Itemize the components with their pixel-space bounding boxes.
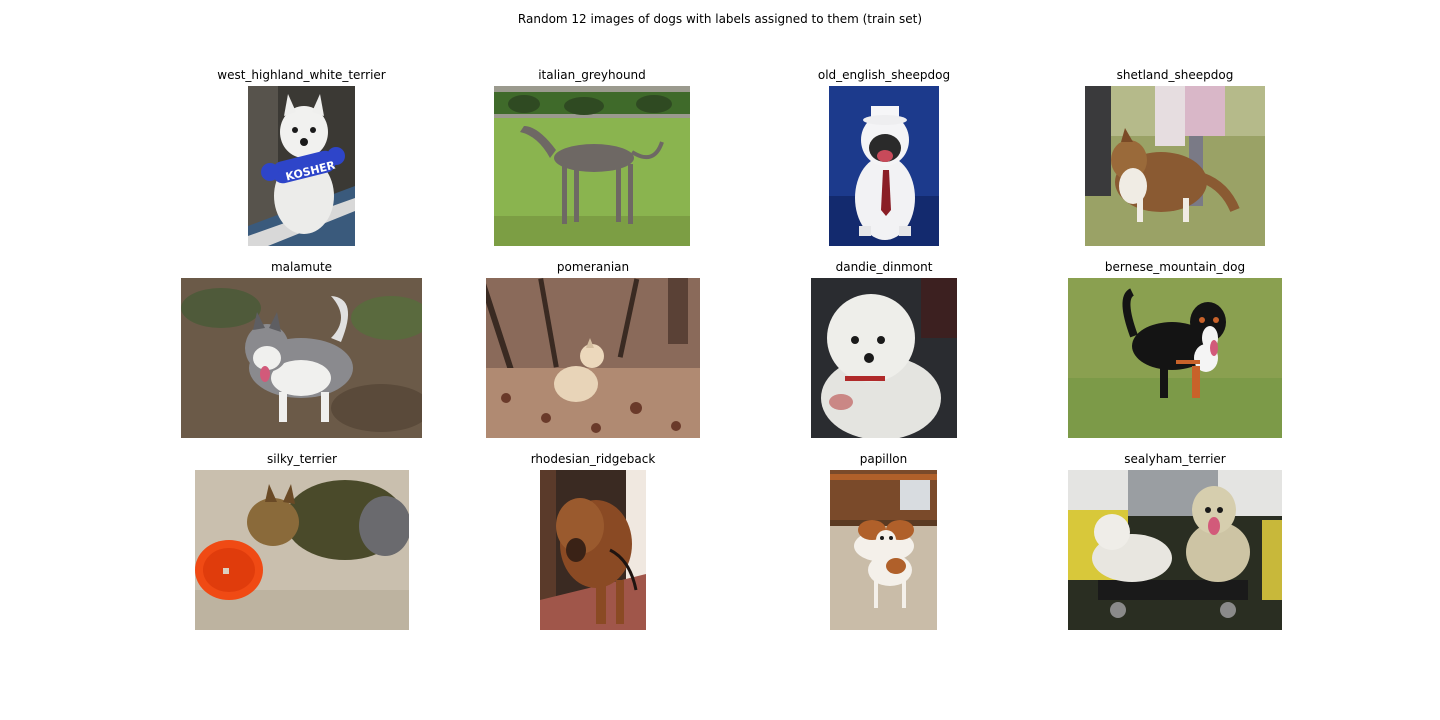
image-label: pomeranian (556, 260, 630, 274)
image-label: rhodesian_ridgeback (530, 452, 656, 466)
dog-photo (1085, 86, 1265, 246)
figure-title: Random 12 images of dogs with labels ass… (517, 12, 923, 26)
image-panel: pomeranian (486, 260, 700, 438)
image-panel: silky_terrier (195, 452, 409, 630)
image-label: shetland_sheepdog (1116, 68, 1234, 82)
image-panel: italian_greyhound (494, 68, 690, 246)
dog-photo (1068, 470, 1282, 630)
image-panel: rhodesian_ridgeback (531, 452, 655, 630)
dog-photo (540, 470, 646, 630)
dog-photo (1068, 278, 1282, 438)
image-panel: old_english_sheepdog (818, 68, 950, 246)
dog-photo: KOSHER (248, 86, 355, 246)
dog-photo (829, 86, 939, 246)
image-label: italian_greyhound (538, 68, 646, 82)
image-panel: shetland_sheepdog (1085, 68, 1265, 246)
dog-photo (486, 278, 700, 438)
dog-photo (811, 278, 957, 438)
dog-photo (830, 470, 937, 630)
image-label: sealyham_terrier (1124, 452, 1226, 466)
image-panel: dandie_dinmont (811, 260, 957, 438)
image-panel: bernese_mountain_dog (1068, 260, 1282, 438)
dog-photo (181, 278, 422, 438)
image-label: papillon (859, 452, 908, 466)
image-panel: sealyham_terrier (1068, 452, 1282, 630)
image-label: old_english_sheepdog (817, 68, 951, 82)
image-label: silky_terrier (267, 452, 337, 466)
image-panel: papillon (830, 452, 937, 630)
dog-photo (494, 86, 690, 246)
image-panel: west_highland_white_terrier KOSHER (217, 68, 386, 246)
image-label: west_highland_white_terrier (217, 68, 386, 82)
image-panel: malamute (181, 260, 422, 438)
image-label: dandie_dinmont (835, 260, 933, 274)
image-label: bernese_mountain_dog (1104, 260, 1246, 274)
dog-photo (195, 470, 409, 630)
